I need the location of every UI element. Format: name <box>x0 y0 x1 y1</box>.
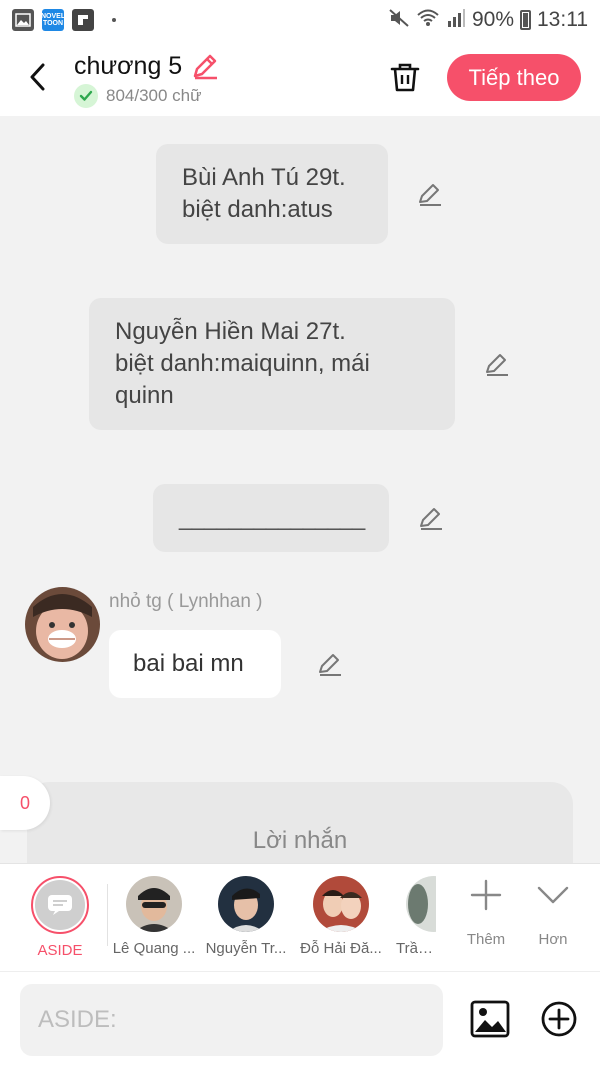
battery-percent: 90% <box>471 8 514 31</box>
character-item[interactable]: Lê Quang ... <box>109 876 199 957</box>
insert-image-button[interactable] <box>470 1000 510 1038</box>
message-text: Bùi Anh Tú 29t. biệt danh:atus <box>182 164 346 223</box>
character-name: Đỗ Hải Đă... <box>300 940 382 957</box>
character-avatar <box>126 876 182 932</box>
chevron-down-icon <box>537 886 569 904</box>
speaker-message-bubble[interactable]: bai bai mn <box>109 630 281 698</box>
check-icon <box>74 84 98 108</box>
status-bar: NOVEL TOON 90% 13:11 <box>0 0 600 40</box>
composer-bar <box>0 971 600 1067</box>
edit-message-icon[interactable] <box>418 506 444 532</box>
edit-title-icon[interactable] <box>191 52 219 80</box>
noveltoon-icon-label: NOVEL TOON <box>41 13 66 27</box>
back-button[interactable] <box>22 60 52 94</box>
divider <box>107 884 108 946</box>
editor-header: chương 5 804/300 chữ Tiếp theo <box>0 40 600 116</box>
message-text: bai bai mn <box>133 650 244 677</box>
edit-message-icon[interactable] <box>484 352 510 378</box>
message-text: Nguyễn Hiền Mai 27t. biệt danh:maiquinn,… <box>115 318 370 409</box>
speech-bubble-icon <box>48 895 72 915</box>
next-button[interactable]: Tiếp theo <box>447 54 581 101</box>
message-text: _______________ <box>179 504 365 531</box>
character-name: Lê Quang ... <box>112 940 196 957</box>
character-avatar <box>313 876 369 932</box>
word-count-text: 804/300 chữ <box>106 86 202 105</box>
gallery-notification-icon <box>12 9 34 31</box>
edit-message-icon[interactable] <box>317 652 343 678</box>
collapse-label: Hơn <box>538 931 568 948</box>
chevron-left-icon <box>30 63 45 91</box>
character-name: ASIDE <box>37 942 83 959</box>
speaker-name: nhỏ tg ( Lynhhan ) <box>109 591 263 612</box>
message-bubble[interactable]: _______________ <box>153 484 389 552</box>
delete-button[interactable] <box>388 60 422 94</box>
add-character-label: Thêm <box>466 931 506 948</box>
message-bubble[interactable]: Bùi Anh Tú 29t. biệt danh:atus <box>156 144 388 244</box>
wifi-icon <box>416 8 440 33</box>
speaker-avatar[interactable] <box>25 587 100 662</box>
clock-time: 13:11 <box>537 8 588 31</box>
signal-icon <box>446 8 466 33</box>
add-character-button[interactable]: Thêm <box>456 878 516 948</box>
image-icon <box>470 1000 510 1038</box>
chapter-title[interactable]: chương 5 <box>74 52 182 81</box>
plus-circle-icon <box>541 1001 577 1037</box>
battery-icon <box>520 10 531 30</box>
character-name: Nguyễn Tr... <box>205 940 287 957</box>
add-content-button[interactable] <box>540 1000 578 1038</box>
message-bubble[interactable]: Nguyễn Hiền Mai 27t. biệt danh:maiquinn,… <box>89 298 455 430</box>
noveltoon-notification-icon: NOVEL TOON <box>41 9 66 31</box>
flipboard-notification-icon <box>72 9 94 31</box>
character-item[interactable]: Trần M <box>388 876 436 957</box>
character-avatar <box>406 876 436 932</box>
character-aside[interactable]: ASIDE <box>15 876 105 959</box>
character-item[interactable]: Nguyễn Tr... <box>201 876 291 957</box>
aside-avatar <box>31 876 89 934</box>
character-avatar <box>218 876 274 932</box>
character-name: Trần M <box>396 940 436 957</box>
word-count: 804/300 chữ <box>74 84 202 108</box>
message-input[interactable] <box>20 984 443 1056</box>
notification-dot-icon <box>112 18 116 22</box>
mute-icon <box>388 8 410 33</box>
character-item[interactable]: Đỗ Hải Đă... <box>296 876 386 957</box>
trash-icon <box>390 63 420 92</box>
collapse-button[interactable]: Hơn <box>523 878 583 948</box>
plus-icon <box>470 879 502 911</box>
edit-message-icon[interactable] <box>417 182 443 208</box>
character-selector: ASIDE Lê Quang ... Nguyễn Tr... Đỗ Hải Đ… <box>0 863 600 971</box>
author-note-label: Lời nhắn <box>252 827 348 854</box>
